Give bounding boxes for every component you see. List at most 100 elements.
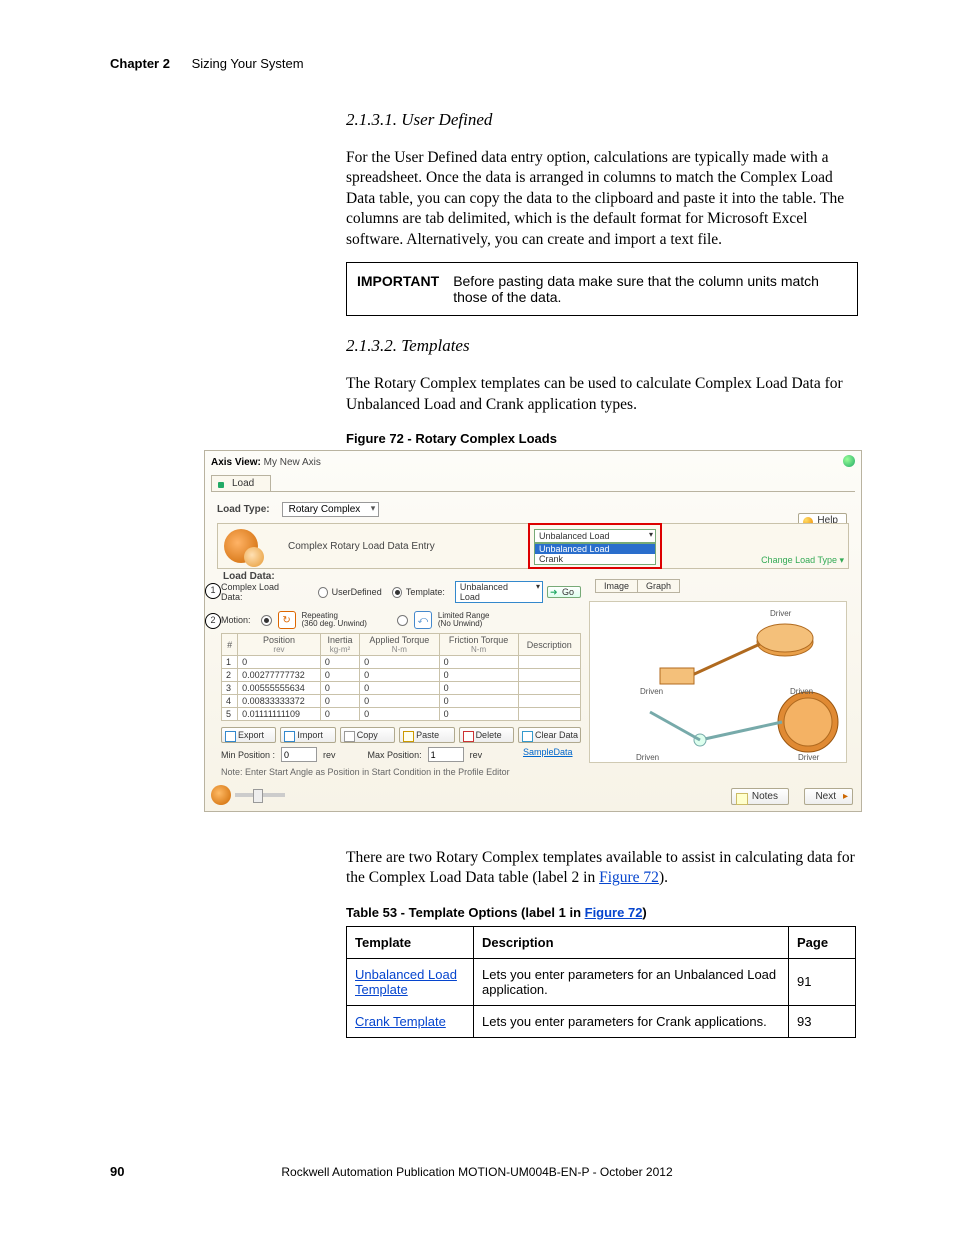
- tab-image[interactable]: Image: [595, 579, 638, 593]
- table-row: 40.00833333372000: [222, 695, 581, 708]
- figure-72-link-2[interactable]: Figure 72: [585, 905, 643, 920]
- rotary-gear-icon: [224, 529, 258, 563]
- section-heading-user-defined: 2.1.3.1. User Defined: [346, 110, 856, 130]
- complex-load-data-row: Complex Load Data: UserDefined Template:…: [221, 583, 581, 601]
- callout-1: 1: [205, 583, 221, 599]
- para-user-defined: For the User Defined data entry option, …: [346, 148, 856, 250]
- figure-72-screenshot: Axis View: My New Axis Load Load Type: R…: [204, 450, 862, 812]
- radio-template[interactable]: [392, 587, 402, 598]
- radio-user-defined-label: UserDefined: [332, 587, 382, 597]
- tbl53-cap-b: ): [642, 905, 646, 920]
- content-after-figure: There are two Rotary Complex templates a…: [346, 848, 856, 1038]
- radio-template-label: Template:: [406, 587, 445, 597]
- next-button[interactable]: Next: [804, 788, 853, 805]
- load-type-label: Load Type:: [217, 504, 270, 515]
- max-position-input[interactable]: [428, 747, 464, 762]
- template-type-highlight: Unbalanced Load Unbalanced Load Crank: [528, 523, 662, 569]
- desc-crank: Lets you enter parameters for Crank appl…: [474, 1005, 789, 1037]
- zoom-slider[interactable]: [235, 793, 285, 797]
- col-idx: #: [222, 634, 238, 656]
- notes-button[interactable]: Notes: [731, 788, 789, 805]
- clear-data-button[interactable]: Clear Data: [518, 727, 581, 743]
- axis-view-label: Axis View: My New Axis: [211, 457, 321, 468]
- table-toolbar: Export Import Copy Paste Delete Clear Da…: [221, 727, 581, 743]
- radio-limited-range[interactable]: [397, 615, 408, 626]
- chapter-title: Sizing Your System: [192, 56, 304, 71]
- max-unit: rev: [470, 750, 483, 760]
- tab-underline: [211, 491, 855, 492]
- repeating-icon: ↻: [278, 611, 296, 629]
- table-row: 30.00555555634000: [222, 682, 581, 695]
- table-row: 50.01111111109000: [222, 708, 581, 721]
- limited-range-icon: ⤺: [414, 611, 432, 629]
- table-row: 20.00277777732000: [222, 669, 581, 682]
- figure-72-link[interactable]: Figure 72: [599, 869, 659, 886]
- data-entry-panel: Complex Rotary Load Data Entry Unbalance…: [217, 523, 849, 569]
- col-description: Description: [518, 634, 580, 656]
- min-unit: rev: [323, 750, 336, 760]
- unbalanced-load-template-link[interactable]: Unbalanced Load Template: [355, 967, 457, 997]
- motion-label: Motion:: [221, 615, 251, 625]
- tab-load[interactable]: Load: [211, 475, 271, 491]
- col-friction-torque: Friction TorqueN-m: [439, 634, 518, 656]
- col-inertia: Inertiakg-m²: [320, 634, 359, 656]
- table-53-caption: Table 53 - Template Options (label 1 in …: [346, 905, 856, 920]
- th-description: Description: [474, 926, 789, 958]
- go-button[interactable]: Go: [547, 586, 581, 598]
- col-position: Positionrev: [238, 634, 321, 656]
- import-button[interactable]: Import: [280, 727, 335, 743]
- tab-graph[interactable]: Graph: [637, 579, 680, 593]
- col-applied-torque: Applied TorqueN-m: [360, 634, 440, 656]
- axis-view-label-text: Axis View:: [211, 457, 261, 468]
- tbl53-cap-a: Table 53 - Template Options (label 1 in: [346, 905, 585, 920]
- footer-gear-icon: [211, 785, 231, 805]
- page-unbalanced: 91: [789, 958, 856, 1005]
- table-row: Unbalanced Load Template Lets you enter …: [347, 958, 856, 1005]
- option-unbalanced[interactable]: Unbalanced Load: [535, 544, 655, 554]
- load-data-table: # Positionrev Inertiakg-m² Applied Torqu…: [221, 633, 581, 721]
- repeating-sub: (360 deg. Unwind): [302, 619, 367, 628]
- illustration-panel: Driver Driven Driver Driven Driven: [589, 601, 847, 763]
- profile-editor-note: Note: Enter Start Angle as Position in S…: [221, 767, 510, 777]
- table-row: 10000: [222, 656, 581, 669]
- max-position-label: Max Position:: [368, 750, 422, 760]
- important-callout: IMPORTANT Before pasting data make sure …: [346, 262, 858, 316]
- table-53: Template Description Page Unbalanced Loa…: [346, 926, 856, 1038]
- preview-tabs: ImageGraph: [595, 581, 679, 591]
- crank-template-link[interactable]: Crank Template: [355, 1014, 446, 1029]
- load-data-label: Load Data:: [223, 571, 275, 582]
- paste-button[interactable]: Paste: [399, 727, 454, 743]
- template-dropdown[interactable]: Unbalanced Load: [455, 581, 543, 603]
- complex-load-data-label: Complex Load Data:: [221, 582, 296, 602]
- load-type-dropdown[interactable]: Rotary Complex: [282, 502, 380, 517]
- min-position-label: Min Position :: [221, 750, 275, 760]
- desc-unbalanced: Lets you enter parameters for an Unbalan…: [474, 958, 789, 1005]
- important-text: Before pasting data make sure that the c…: [453, 263, 857, 315]
- export-button[interactable]: Export: [221, 727, 276, 743]
- panel-title: Complex Rotary Load Data Entry: [288, 541, 435, 552]
- copy-button[interactable]: Copy: [340, 727, 395, 743]
- chapter-number: Chapter 2: [110, 56, 170, 71]
- option-crank[interactable]: Crank: [535, 554, 655, 564]
- template-type-options[interactable]: Unbalanced Load Crank: [534, 543, 656, 565]
- radio-repeating[interactable]: [261, 615, 272, 626]
- th-page: Page: [789, 926, 856, 958]
- para-after-figure: There are two Rotary Complex templates a…: [346, 848, 856, 889]
- para-templates: The Rotary Complex templates can be used…: [346, 374, 856, 415]
- publication-footer: Rockwell Automation Publication MOTION-U…: [0, 1165, 954, 1179]
- delete-button[interactable]: Delete: [459, 727, 514, 743]
- help-icon[interactable]: [843, 455, 855, 467]
- para-after-fig-b: ).: [659, 869, 668, 886]
- table-row: Crank Template Lets you enter parameters…: [347, 1005, 856, 1037]
- min-position-input[interactable]: [281, 747, 317, 762]
- figure-caption: Figure 72 - Rotary Complex Loads: [346, 431, 856, 446]
- illus-driven-label-1: Driven: [640, 687, 663, 696]
- change-load-type-link[interactable]: Change Load Type: [761, 555, 844, 566]
- section-heading-templates: 2.1.3.2. Templates: [346, 336, 856, 356]
- radio-user-defined[interactable]: [318, 587, 328, 598]
- template-type-dropdown[interactable]: Unbalanced Load: [534, 529, 656, 543]
- main-content: 2.1.3.1. User Defined For the User Defin…: [346, 110, 856, 452]
- sample-data-link[interactable]: SampleData: [523, 747, 573, 757]
- running-head: Chapter 2 Sizing Your System: [110, 56, 304, 71]
- limited-caption: Limited Range (No Unwind): [438, 612, 490, 628]
